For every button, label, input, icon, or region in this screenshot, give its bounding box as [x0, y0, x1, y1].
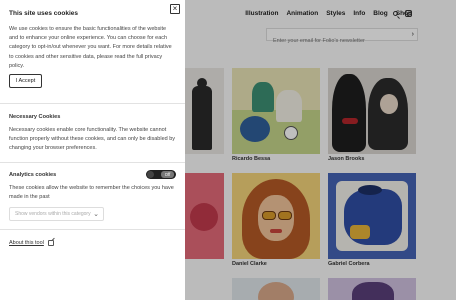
dialog-title: This site uses cookies [9, 10, 79, 17]
analytics-toggle[interactable]: Off [146, 170, 176, 179]
about-tool-link[interactable]: About this tool [9, 240, 44, 246]
cookie-consent-dialog: This site uses cookies × We use cookies … [0, 0, 185, 300]
divider [0, 229, 185, 230]
accept-button[interactable]: I Accept [9, 74, 42, 88]
cookie-intro-text: We use cookies to ensure the basic funct… [9, 26, 172, 69]
necessary-cookies-text: Necessary cookies enable core functional… [9, 127, 176, 152]
close-button[interactable]: × [170, 4, 180, 14]
toggle-knob [147, 171, 154, 178]
external-link-icon [48, 240, 54, 246]
divider [0, 103, 185, 104]
toggle-state-label: Off [161, 171, 174, 178]
analytics-cookies-heading: Analytics cookies [9, 172, 57, 178]
show-vendors-label: Show vendors within this category [15, 211, 91, 217]
divider [0, 162, 185, 163]
chevron-down-icon: ⌄ [93, 211, 99, 218]
necessary-cookies-heading: Necessary Cookies [9, 114, 61, 120]
analytics-cookies-text: These cookies allow the website to remem… [9, 185, 174, 201]
show-vendors-button[interactable]: Show vendors within this category ⌄ [9, 207, 104, 221]
